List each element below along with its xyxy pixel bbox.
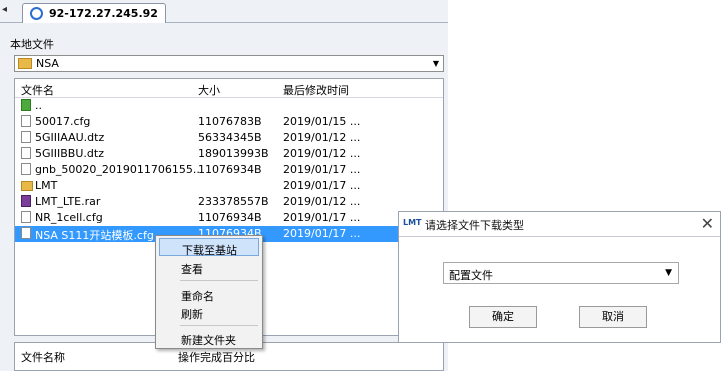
lmt-logo-icon: LMT bbox=[403, 218, 422, 227]
menu-item-label: 新建文件夹 bbox=[181, 334, 236, 347]
file-row[interactable]: LMT 2019/01/17 ... bbox=[15, 178, 443, 194]
file-row[interactable]: 5GIIIBBU.dtz 189013993B 2019/01/12 ... bbox=[15, 146, 443, 162]
chevron-down-icon[interactable]: ▼ bbox=[665, 268, 672, 278]
file-size: 11076934B bbox=[198, 211, 262, 224]
tab-connection-label: 92-172.27.245.92 bbox=[49, 7, 158, 20]
tab-scroll-left-icon[interactable]: ◂ bbox=[2, 4, 7, 15]
connection-icon bbox=[30, 7, 43, 20]
file-icon bbox=[21, 115, 31, 127]
path-value: NSA bbox=[36, 57, 59, 70]
file-date: 2019/01/12 ... bbox=[283, 131, 361, 144]
menu-item-label: 刷新 bbox=[181, 308, 203, 321]
path-dropdown[interactable]: NSA ▼ bbox=[14, 55, 444, 72]
file-row[interactable]: gnb_50020_2019011706155... 11076934B 201… bbox=[15, 162, 443, 178]
file-row[interactable]: LMT_LTE.rar 233378557B 2019/01/12 ... bbox=[15, 194, 443, 210]
menu-item-label: 查看 bbox=[181, 263, 203, 276]
file-date: 2019/01/17 ... bbox=[283, 227, 361, 240]
file-size: 189013993B bbox=[198, 147, 269, 160]
menu-separator bbox=[180, 325, 258, 326]
rar-archive-icon bbox=[21, 195, 31, 207]
file-date: 2019/01/12 ... bbox=[283, 147, 361, 160]
file-date: 2019/01/17 ... bbox=[283, 211, 361, 224]
menu-item-download-to-station[interactable]: 下载至基站 bbox=[159, 238, 259, 257]
file-name: LMT bbox=[35, 179, 58, 192]
tab-connection[interactable]: 92-172.27.245.92 bbox=[22, 3, 166, 23]
file-date: 2019/01/15 ... bbox=[283, 115, 361, 128]
file-size: 11076934B bbox=[198, 163, 262, 176]
dialog-titlebar: LMT 请选择文件下载类型 ✕ bbox=[399, 212, 720, 237]
file-size: 233378557B bbox=[198, 195, 269, 208]
up-folder-icon bbox=[21, 99, 31, 111]
file-icon bbox=[21, 131, 31, 143]
file-row[interactable]: .. bbox=[15, 98, 443, 114]
menu-item-view[interactable]: 查看 bbox=[159, 258, 259, 276]
file-name: gnb_50020_2019011706155... bbox=[35, 163, 201, 176]
download-type-dialog: LMT 请选择文件下载类型 ✕ 配置文件 ▼ 确定 取消 bbox=[398, 211, 721, 343]
chevron-down-icon[interactable]: ▼ bbox=[429, 59, 443, 68]
file-type-value: 配置文件 bbox=[449, 269, 493, 282]
file-list-header: 文件名 大小 最后修改时间 bbox=[15, 79, 443, 98]
file-icon bbox=[21, 211, 31, 223]
file-name: LMT_LTE.rar bbox=[35, 195, 101, 208]
file-row[interactable]: 5GIIIAAU.dtz 56334345B 2019/01/12 ... bbox=[15, 130, 443, 146]
file-row[interactable]: NR_1cell.cfg 11076934B 2019/01/17 ... bbox=[15, 210, 443, 226]
file-row[interactable]: 50017.cfg 11076783B 2019/01/15 ... bbox=[15, 114, 443, 130]
menu-item-rename[interactable]: 重命名 bbox=[159, 285, 259, 303]
menu-item-label: 下载至基站 bbox=[182, 244, 237, 257]
context-menu: 下载至基站 查看 重命名 刷新 新建文件夹 bbox=[155, 235, 263, 349]
column-header-name[interactable]: 文件名 bbox=[21, 82, 187, 98]
file-icon bbox=[21, 163, 31, 175]
file-name: 50017.cfg bbox=[35, 115, 91, 128]
file-date: 2019/01/17 ... bbox=[283, 163, 361, 176]
menu-item-new-folder[interactable]: 新建文件夹 bbox=[159, 329, 259, 347]
file-size: 56334345B bbox=[198, 131, 262, 144]
file-name: .. bbox=[35, 99, 42, 112]
column-header-filename[interactable]: 文件名称 bbox=[21, 349, 65, 365]
file-date: 2019/01/17 ... bbox=[283, 179, 361, 192]
ok-button[interactable]: 确定 bbox=[469, 306, 537, 328]
menu-item-label: 重命名 bbox=[181, 290, 214, 303]
menu-item-refresh[interactable]: 刷新 bbox=[159, 303, 259, 321]
file-manager-panel: ◂ 92-172.27.245.92 本地文件 NSA ▼ 文件名 大小 最后修… bbox=[0, 0, 448, 371]
column-header-size[interactable]: 大小 bbox=[198, 82, 220, 98]
dialog-title: 请选择文件下载类型 bbox=[425, 219, 524, 232]
folder-icon bbox=[21, 181, 33, 191]
file-name: 5GIIIBBU.dtz bbox=[35, 147, 104, 160]
column-header-progress[interactable]: 操作完成百分比 bbox=[178, 349, 255, 365]
folder-icon bbox=[18, 58, 32, 69]
local-files-title: 本地文件 bbox=[10, 38, 54, 51]
file-icon bbox=[21, 227, 31, 239]
close-icon[interactable]: ✕ bbox=[701, 214, 714, 233]
column-header-modified[interactable]: 最后修改时间 bbox=[283, 82, 349, 98]
file-icon bbox=[21, 147, 31, 159]
file-name: NR_1cell.cfg bbox=[35, 211, 103, 224]
menu-separator bbox=[180, 280, 258, 281]
tab-strip: ◂ 92-172.27.245.92 bbox=[0, 0, 448, 23]
file-size: 11076783B bbox=[198, 115, 262, 128]
file-type-select[interactable]: 配置文件 ▼ bbox=[443, 262, 679, 284]
file-name: 5GIIIAAU.dtz bbox=[35, 131, 105, 144]
file-date: 2019/01/12 ... bbox=[283, 195, 361, 208]
cancel-button[interactable]: 取消 bbox=[579, 306, 647, 328]
